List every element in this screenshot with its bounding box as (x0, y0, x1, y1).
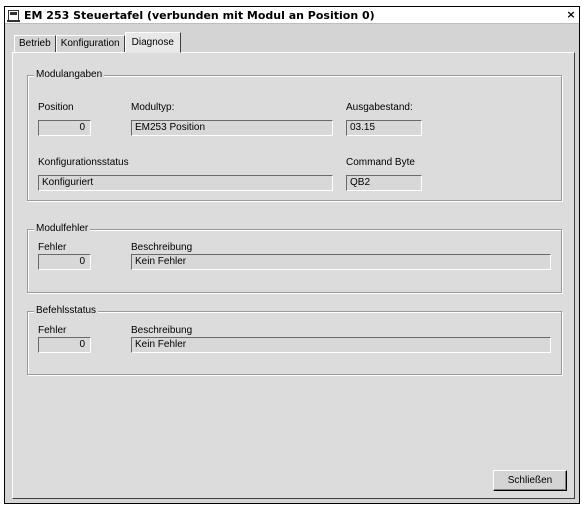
title-bar: EM 253 Steuertafel (verbunden mit Modul … (5, 7, 579, 24)
position-label: Position (38, 102, 74, 113)
modultyp-field: EM253 Position (131, 120, 333, 136)
ausgabestand-field: 03.15 (346, 120, 422, 136)
tab-konfiguration[interactable]: Konfiguration (55, 35, 125, 53)
modulfehler-legend: Modulfehler (34, 223, 91, 234)
window-title: EM 253 Steuertafel (verbunden mit Modul … (24, 8, 375, 22)
modulfehler-fehler-label: Fehler (38, 242, 67, 253)
command-byte-field: QB2 (346, 175, 422, 191)
befehlsstatus-beschreibung-field: Kein Fehler (131, 337, 551, 353)
ausgabestand-label: Ausgabestand: (346, 102, 413, 113)
diagnose-panel: Modulangaben Position 0 Modultyp: EM253 … (12, 52, 575, 499)
befehlsstatus-fehler-label: Fehler (38, 325, 67, 336)
tab-betrieb[interactable]: Betrieb (14, 35, 56, 53)
app-icon (7, 9, 20, 22)
konfigurationsstatus-label: Konfigurationsstatus (38, 157, 129, 168)
befehlsstatus-group: Befehlsstatus Fehler 0 Beschreibung Kein… (27, 305, 562, 375)
befehlsstatus-beschreibung-label: Beschreibung (131, 325, 193, 336)
befehlsstatus-legend: Befehlsstatus (34, 305, 99, 316)
tab-strip: Betrieb Konfiguration Diagnose (14, 32, 181, 53)
command-byte-label: Command Byte (346, 157, 415, 168)
modulfehler-fehler-field: 0 (38, 254, 91, 270)
close-button[interactable]: Schließen (493, 470, 567, 491)
modulangaben-group: Modulangaben Position 0 Modultyp: EM253 … (27, 69, 562, 201)
close-icon[interactable]: × (565, 9, 577, 21)
konfigurationsstatus-field: Konfiguriert (38, 175, 333, 191)
befehlsstatus-fehler-field: 0 (38, 337, 91, 353)
tab-diagnose[interactable]: Diagnose (124, 32, 181, 53)
modulfehler-beschreibung-label: Beschreibung (131, 242, 193, 253)
modulfehler-group: Modulfehler Fehler 0 Beschreibung Kein F… (27, 223, 562, 293)
position-field: 0 (38, 120, 91, 136)
control-panel-window: EM 253 Steuertafel (verbunden mit Modul … (4, 6, 580, 504)
modulangaben-legend: Modulangaben (34, 69, 105, 80)
modultyp-label: Modultyp: (131, 102, 175, 113)
modulfehler-beschreibung-field: Kein Fehler (131, 254, 551, 270)
